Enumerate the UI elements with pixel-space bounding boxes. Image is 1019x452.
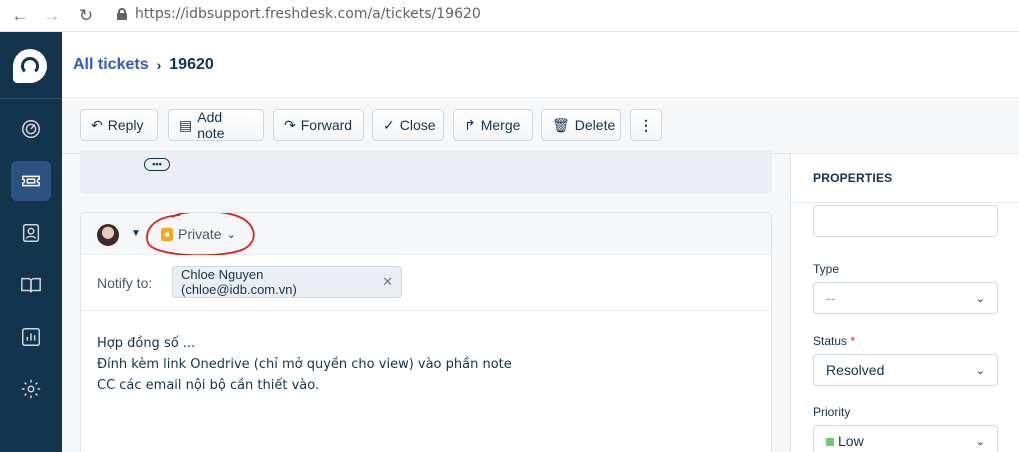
add-note-button[interactable]: ▤ Add note <box>168 109 264 141</box>
delete-label: Delete <box>574 117 616 133</box>
more-options-button[interactable]: ⋮ <box>630 109 662 141</box>
properties-panel: PROPERTIES Type -- ⌄ Status * Resolved ⌄… <box>790 154 1019 452</box>
properties-title: PROPERTIES <box>813 171 893 185</box>
tags-field[interactable] <box>813 205 998 237</box>
add-note-label: Add note <box>197 109 225 141</box>
chevron-down-icon[interactable]: ▼ <box>131 228 141 239</box>
forward-icon[interactable]: → <box>41 5 63 27</box>
reload-icon[interactable]: ↻ <box>75 5 97 27</box>
close-button[interactable]: ✓ Close <box>372 109 444 141</box>
trash-icon: 🗑 <box>552 116 570 133</box>
priority-value: Low <box>838 433 864 449</box>
type-select[interactable]: -- ⌄ <box>813 282 998 314</box>
priority-value-wrap: Low <box>826 433 864 449</box>
ticket-toolbar: ↶ Reply ▤ Add note ↷ Forward ✓ Close ↱ M… <box>62 98 1019 154</box>
previous-message-card: ••• <box>80 150 772 194</box>
agent-avatar[interactable] <box>97 224 119 246</box>
body-line: CC các email nội bộ cần thiết vào. <box>97 378 320 393</box>
ticket-number: 19620 <box>169 56 214 73</box>
url-text: https://idbsupport.freshdesk.com/a/ticke… <box>135 6 481 22</box>
editor-header: ▼ ■ Private ⌄ <box>81 213 771 257</box>
note-icon: ▤ <box>179 116 193 133</box>
chevron-down-icon: ⌄ <box>975 364 985 377</box>
close-label: Close <box>399 117 436 133</box>
reply-label: Reply <box>107 117 144 133</box>
note-body[interactable]: Hợp đồng số ... Đính kèm link Onedrive (… <box>97 333 512 396</box>
dashboard-icon[interactable] <box>11 109 51 149</box>
body-line: Đính kèm link Onedrive (chỉ mở quyền cho… <box>97 357 512 372</box>
required-marker: * <box>850 334 856 348</box>
note-editor: ▼ ■ Private ⌄ Notify to: Chloe Nguyen (c… <box>80 212 772 452</box>
priority-select[interactable]: Low ⌄ <box>813 425 998 452</box>
status-select[interactable]: Resolved ⌄ <box>813 354 998 386</box>
forward-label: Forward <box>300 117 353 133</box>
type-label: Type <box>813 262 840 276</box>
chevron-down-icon: ⌄ <box>975 435 985 448</box>
contacts-icon[interactable] <box>11 213 51 253</box>
address-bar[interactable]: https://idbsupport.freshdesk.com/a/ticke… <box>117 6 481 22</box>
tickets-icon[interactable] <box>11 161 51 201</box>
reply-icon: ↶ <box>91 116 103 133</box>
body-line: Hợp đồng số ... <box>97 336 196 351</box>
back-icon[interactable]: ← <box>9 5 31 27</box>
priority-label: Priority <box>813 405 851 419</box>
delete-button[interactable]: 🗑 Delete <box>541 109 621 141</box>
chevron-down-icon: ⌄ <box>975 292 985 305</box>
priority-color-dot <box>826 438 834 446</box>
breadcrumb: All tickets › 19620 <box>73 56 214 74</box>
forward-arrow-icon: ↷ <box>284 116 296 133</box>
merge-button[interactable]: ↱ Merge <box>453 109 533 141</box>
remove-recipient-icon[interactable]: ✕ <box>382 274 393 290</box>
freshdesk-logo[interactable] <box>13 49 47 83</box>
admin-icon[interactable] <box>11 369 51 409</box>
page-header: All tickets › 19620 <box>62 32 1019 98</box>
conversation-area: ••• ▼ ■ Private ⌄ Notify to: Chloe Nguye… <box>62 150 790 452</box>
left-sidebar <box>0 32 62 452</box>
reports-icon[interactable] <box>11 317 51 357</box>
chevron-right-icon: › <box>156 57 162 73</box>
reply-button[interactable]: ↶ Reply <box>80 109 158 141</box>
check-circle-icon: ✓ <box>383 116 395 133</box>
browser-bar: ← → ↻ https://idbsupport.freshdesk.com/a… <box>0 0 1019 32</box>
status-value: Resolved <box>826 362 885 378</box>
show-quoted-text-button[interactable]: ••• <box>144 158 170 171</box>
forward-button[interactable]: ↷ Forward <box>273 109 364 141</box>
lock-icon <box>117 8 127 20</box>
solutions-icon[interactable] <box>11 265 51 305</box>
merge-icon: ↱ <box>464 116 476 133</box>
red-annotation-circle <box>146 213 255 257</box>
recipient-text: Chloe Nguyen (chloe@idb.com.vn) <box>181 267 297 297</box>
type-value: -- <box>826 290 836 306</box>
breadcrumb-all-tickets[interactable]: All tickets <box>73 56 149 74</box>
merge-label: Merge <box>480 117 521 133</box>
notify-row: Notify to: Chloe Nguyen (chloe@idb.com.v… <box>81 255 771 311</box>
status-label-row: Status * <box>813 334 855 348</box>
notify-label: Notify to: <box>97 275 153 291</box>
notify-recipient-chip[interactable]: Chloe Nguyen (chloe@idb.com.vn) ✕ <box>172 266 402 298</box>
status-label: Status <box>813 334 848 348</box>
more-vertical-icon: ⋮ <box>639 116 653 133</box>
